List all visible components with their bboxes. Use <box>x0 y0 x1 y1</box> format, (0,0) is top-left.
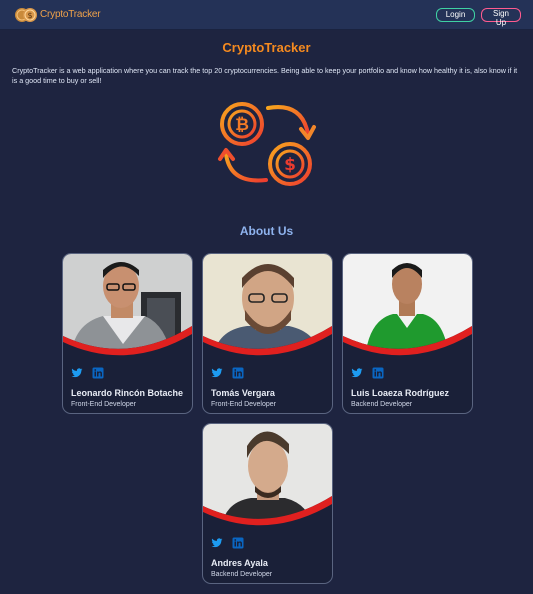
brand-logo-link[interactable]: $ CryptoTracker <box>14 5 101 25</box>
member-role: Front-End Developer <box>211 401 276 408</box>
portrait-photo <box>203 424 332 528</box>
twitter-icon[interactable] <box>211 367 223 379</box>
member-name: Luis Loaeza Rodríguez <box>351 388 450 398</box>
member-role: Front-End Developer <box>71 401 136 408</box>
auth-buttons: Login Sign Up <box>436 7 521 27</box>
member-role: Backend Developer <box>211 571 273 578</box>
about-us-heading: About Us <box>239 224 294 238</box>
social-links <box>211 537 244 549</box>
portrait-photo <box>343 254 472 358</box>
top-navbar: $ CryptoTracker Login Sign Up <box>0 0 533 30</box>
social-links <box>71 367 104 379</box>
twitter-icon[interactable] <box>351 367 363 379</box>
intro-text: CryptoTracker is a web application where… <box>12 66 518 85</box>
member-name: Tomás Vergara <box>211 388 275 398</box>
linkedin-icon[interactable] <box>92 367 104 379</box>
team-member-card: Luis Loaeza Rodríguez Backend Developer <box>342 253 473 414</box>
page-title: CryptoTracker <box>222 40 311 55</box>
member-role: Backend Developer <box>351 401 413 408</box>
member-name: Andres Ayala <box>211 558 268 568</box>
member-name: Leonardo Rincón Botache <box>71 388 184 398</box>
linkedin-icon[interactable] <box>232 537 244 549</box>
portrait-photo <box>63 254 192 358</box>
social-links <box>211 367 244 379</box>
portrait-photo <box>203 254 332 358</box>
login-button[interactable]: Login <box>436 7 475 22</box>
brand-name: CryptoTracker <box>40 9 101 20</box>
team-member-card: Andres Ayala Backend Developer <box>202 423 333 584</box>
social-links <box>351 367 384 379</box>
twitter-icon[interactable] <box>71 367 83 379</box>
svg-text:₿: ₿ <box>235 115 249 135</box>
signup-button[interactable]: Sign Up <box>481 7 521 27</box>
linkedin-icon[interactable] <box>372 367 384 379</box>
team-member-card: Leonardo Rincón Botache Front-End Develo… <box>62 253 193 414</box>
svg-text:$: $ <box>284 155 296 175</box>
svg-text:$: $ <box>27 11 32 20</box>
crypto-coins-logo-icon: $ <box>15 7 37 22</box>
twitter-icon[interactable] <box>211 537 223 549</box>
team-member-card: Tomás Vergara Front-End Developer <box>202 253 333 414</box>
bitcoin-dollar-exchange-icon: ₿ $ <box>218 102 316 186</box>
linkedin-icon[interactable] <box>232 367 244 379</box>
